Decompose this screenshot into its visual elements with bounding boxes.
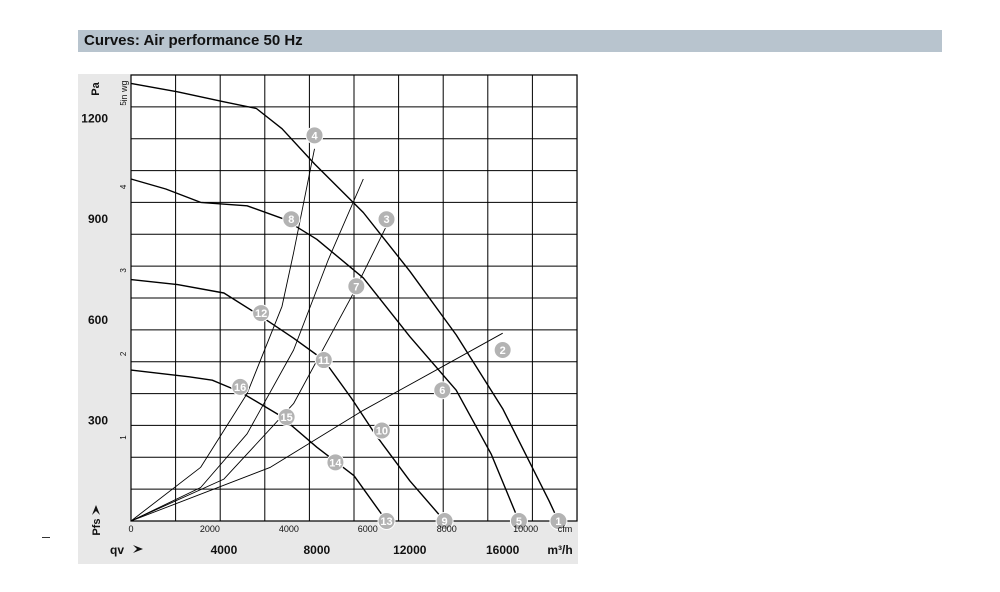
x-axis-arrow-icon: [133, 545, 143, 553]
x-tick-label-cfm: 0: [128, 524, 133, 534]
marker-label: 16: [234, 382, 246, 394]
y-axis-arrow-icon: [92, 505, 100, 515]
marker-label: 11: [318, 355, 330, 367]
y-axis-label: Pfs: [91, 518, 103, 535]
y-tick-label-inwg: 3: [119, 268, 128, 273]
marker-label: 14: [329, 457, 342, 469]
x-tick-label-m3h: 4000: [211, 543, 238, 557]
marker-label: 6: [439, 385, 445, 397]
marker-label: 7: [353, 281, 359, 293]
marker-label: 4: [311, 130, 318, 142]
y-unit-inwg: in wg: [119, 80, 129, 101]
x-tick-label-cfm: 4000: [279, 524, 299, 534]
y-unit-pa: Pa: [90, 81, 102, 95]
x-unit-m3h: m³/h: [547, 543, 572, 557]
x-tick-label-cfm: 6000: [358, 524, 378, 534]
x-tick-label-m3h: 8000: [303, 543, 330, 557]
y-tick-label-inwg: 2: [119, 351, 128, 356]
y-tick-label-pa: 1200: [81, 112, 108, 126]
x-tick-label-m3h: 16000: [486, 543, 520, 557]
y-tick-label-pa: 600: [88, 313, 108, 327]
marker-label: 2: [500, 345, 506, 357]
y-tick-label-inwg: 4: [119, 184, 128, 189]
marker-label: 10: [376, 425, 388, 437]
marker-label: 3: [383, 214, 389, 226]
x-unit-cfm: cfm: [558, 524, 573, 534]
marker-label: 8: [288, 214, 294, 226]
performance-chart: 12345678910111213141516 3006009001200123…: [81, 74, 578, 557]
x-tick-label-cfm: 10000: [513, 524, 538, 534]
marker-label: 13: [380, 516, 392, 528]
y-tick-label-pa: 900: [88, 212, 108, 226]
x-tick-label-cfm: 2000: [200, 524, 220, 534]
marker-label: 12: [255, 308, 267, 320]
marker-label: 15: [281, 412, 293, 424]
y-tick-label-pa: 300: [88, 413, 108, 427]
x-axis-label: qv: [110, 543, 124, 557]
y-tick-label-inwg: 1: [119, 435, 128, 440]
x-tick-label-m3h: 12000: [393, 543, 427, 557]
x-tick-label-cfm: 8000: [437, 524, 457, 534]
